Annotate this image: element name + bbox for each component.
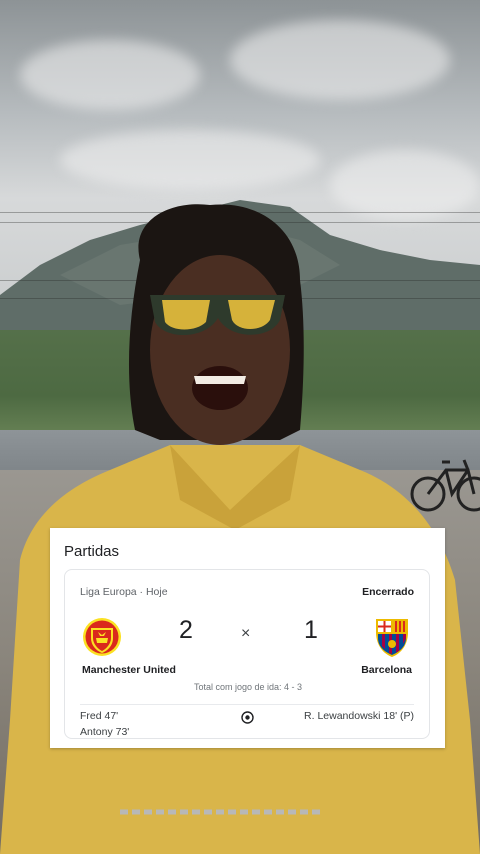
away-scorer: R. Lewandowski 18' (P) <box>304 710 414 722</box>
score-separator: × <box>241 625 251 642</box>
cloud <box>60 130 320 190</box>
person-in-yellow-jacket <box>0 204 480 854</box>
home-scorer: Fred 47' <box>80 710 119 722</box>
away-team-name: Barcelona <box>361 664 412 676</box>
match-status: Encerrado <box>362 586 414 598</box>
barcelona-crest-icon <box>376 619 408 657</box>
home-team-name: Manchester United <box>82 664 176 676</box>
manchester-united-crest-icon <box>83 618 121 656</box>
cloud <box>20 40 200 110</box>
match-result[interactable]: Liga Europa · Hoje Encerrado 2 × 1 Manch… <box>64 569 430 739</box>
league-date: Liga Europa · Hoje <box>80 586 168 598</box>
matches-card[interactable]: Partidas Liga Europa · Hoje Encerrado 2 … <box>50 528 445 748</box>
home-score: 2 <box>179 616 193 644</box>
home-scorer: Antony 73' <box>80 726 130 738</box>
card-title: Partidas <box>64 543 120 560</box>
away-score: 1 <box>304 616 318 644</box>
aggregate-score: Total com jogo de ida: 4 - 3 <box>193 682 303 692</box>
divider <box>80 704 414 705</box>
cloud <box>230 20 450 100</box>
soccer-ball-icon <box>241 711 254 724</box>
